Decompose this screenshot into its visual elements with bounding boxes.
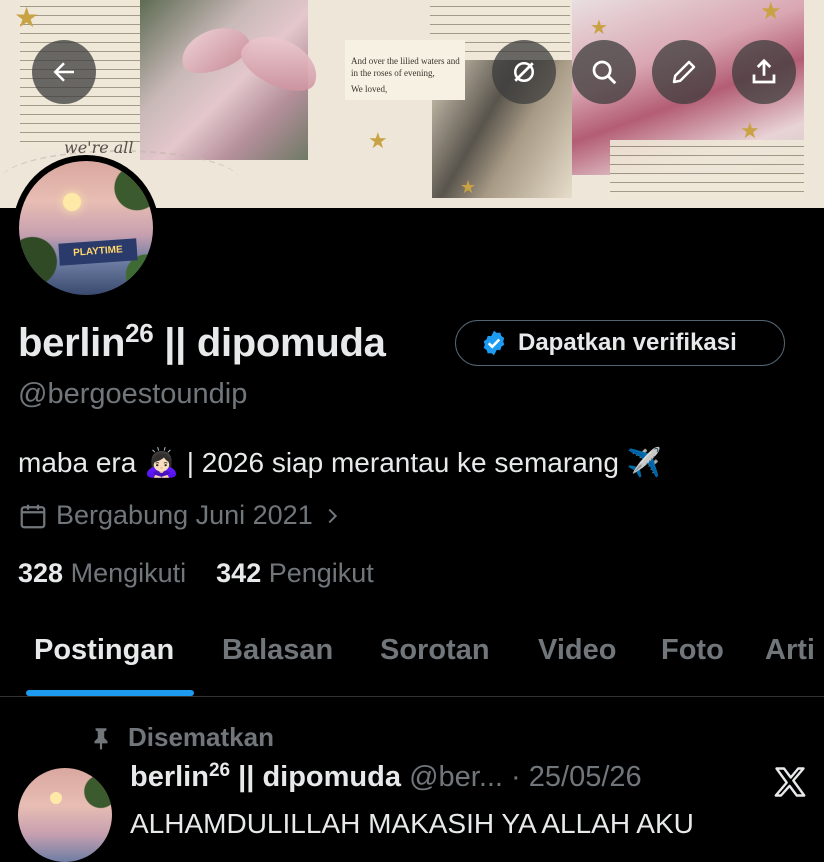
pinned-indicator: Disematkan bbox=[88, 722, 274, 753]
arrow-left-icon bbox=[53, 62, 74, 82]
banner-collage-page bbox=[610, 140, 804, 198]
pin-icon bbox=[94, 727, 108, 750]
pencil-icon bbox=[672, 60, 696, 84]
back-button[interactable] bbox=[32, 40, 96, 104]
tweet-author-name-part1: berlin bbox=[130, 761, 209, 793]
grok-button[interactable] bbox=[492, 40, 556, 104]
followers-link[interactable]: 342 Pengikut bbox=[216, 558, 374, 588]
following-label: Mengikuti bbox=[70, 558, 187, 588]
star-icon: ★ bbox=[740, 118, 760, 143]
star-icon: ★ bbox=[590, 17, 608, 39]
tweet-author-name-part2: || dipomuda bbox=[230, 761, 401, 793]
joined-date: Bergabung Juni 2021 bbox=[56, 500, 313, 530]
star-icon: ★ bbox=[368, 128, 388, 153]
tweet-separator: · bbox=[503, 761, 529, 793]
follow-stats: 328 Mengikuti 342 Pengikut bbox=[18, 558, 374, 589]
get-verified-button[interactable]: Dapatkan verifikasi bbox=[455, 320, 785, 366]
tweet-avatar[interactable] bbox=[18, 768, 112, 862]
share-button[interactable] bbox=[732, 40, 796, 104]
banner-script-text: we're all bbox=[64, 138, 134, 157]
star-icon: ★ bbox=[460, 177, 477, 197]
pinned-label: Disematkan bbox=[128, 722, 274, 752]
banner-book-line: We loved, bbox=[351, 84, 388, 94]
share-upload-icon bbox=[752, 58, 776, 84]
tweet-date[interactable]: 25/05/26 bbox=[529, 761, 642, 793]
profile-handle: @bergoestoundip bbox=[18, 378, 248, 410]
avatar-leaves bbox=[18, 768, 112, 862]
calendar-icon bbox=[20, 504, 46, 528]
display-name-part2: || dipomuda bbox=[153, 321, 386, 365]
joined-date-row[interactable]: Bergabung Juni 2021 bbox=[18, 500, 343, 531]
tweet-text[interactable]: ALHAMDULILLAH MAKASIH YA ALLAH AKU bbox=[130, 808, 694, 840]
following-link[interactable]: 328 Mengikuti bbox=[18, 558, 186, 588]
avatar-leaves bbox=[19, 161, 153, 295]
search-button[interactable] bbox=[572, 40, 636, 104]
tweet-author-name[interactable]: berlin26 || dipomuda bbox=[130, 760, 401, 793]
tab-sorotan[interactable]: Sorotan bbox=[380, 634, 490, 667]
followers-count: 342 bbox=[216, 558, 262, 588]
grok-icon bbox=[514, 62, 534, 82]
star-icon: ★ bbox=[760, 0, 782, 25]
tweet-author-handle[interactable]: @ber... bbox=[409, 761, 503, 793]
display-name-part1: berlin bbox=[18, 321, 126, 365]
tab-balasan[interactable]: Balasan bbox=[222, 634, 333, 667]
profile-bio: maba era 🙇🏻‍♀️ | 2026 siap merantau ke s… bbox=[18, 447, 662, 478]
active-tab-indicator bbox=[26, 690, 194, 696]
banner-book-block: And over the lilied waters and in the ro… bbox=[345, 40, 465, 100]
edit-button[interactable] bbox=[652, 40, 716, 104]
banner-book-line: in the roses of evening, bbox=[351, 68, 435, 78]
tweet-header: berlin26 || dipomuda @ber... · 25/05/26 bbox=[130, 760, 642, 794]
profile-avatar[interactable]: PLAYTIME bbox=[13, 155, 159, 301]
chevron-right-icon bbox=[328, 508, 337, 523]
tab-video[interactable]: Video bbox=[538, 634, 616, 667]
star-icon: ★ bbox=[14, 2, 40, 33]
avatar-image: PLAYTIME bbox=[19, 161, 153, 295]
following-count: 328 bbox=[18, 558, 64, 588]
followers-label: Pengikut bbox=[268, 558, 374, 588]
search-icon bbox=[592, 60, 617, 85]
tab-foto[interactable]: Foto bbox=[661, 634, 724, 667]
tab-postingan[interactable]: Postingan bbox=[34, 634, 174, 667]
tweet-author-name-sup: 26 bbox=[208, 760, 231, 781]
verified-badge-icon bbox=[483, 330, 505, 356]
display-name-sup: 26 bbox=[125, 318, 154, 348]
avatar-lamp bbox=[50, 792, 62, 804]
banner-book-line: And over the lilied waters and bbox=[351, 56, 460, 66]
avatar-lamp bbox=[63, 193, 81, 211]
tab-artikel[interactable]: Arti bbox=[765, 634, 815, 667]
get-verified-label: Dapatkan verifikasi bbox=[518, 329, 737, 356]
x-logo-icon[interactable] bbox=[772, 764, 808, 800]
display-name: berlin26 || dipomuda bbox=[18, 318, 386, 366]
profile-tabs: Postingan Balasan Sorotan Video Foto Art… bbox=[0, 630, 824, 697]
